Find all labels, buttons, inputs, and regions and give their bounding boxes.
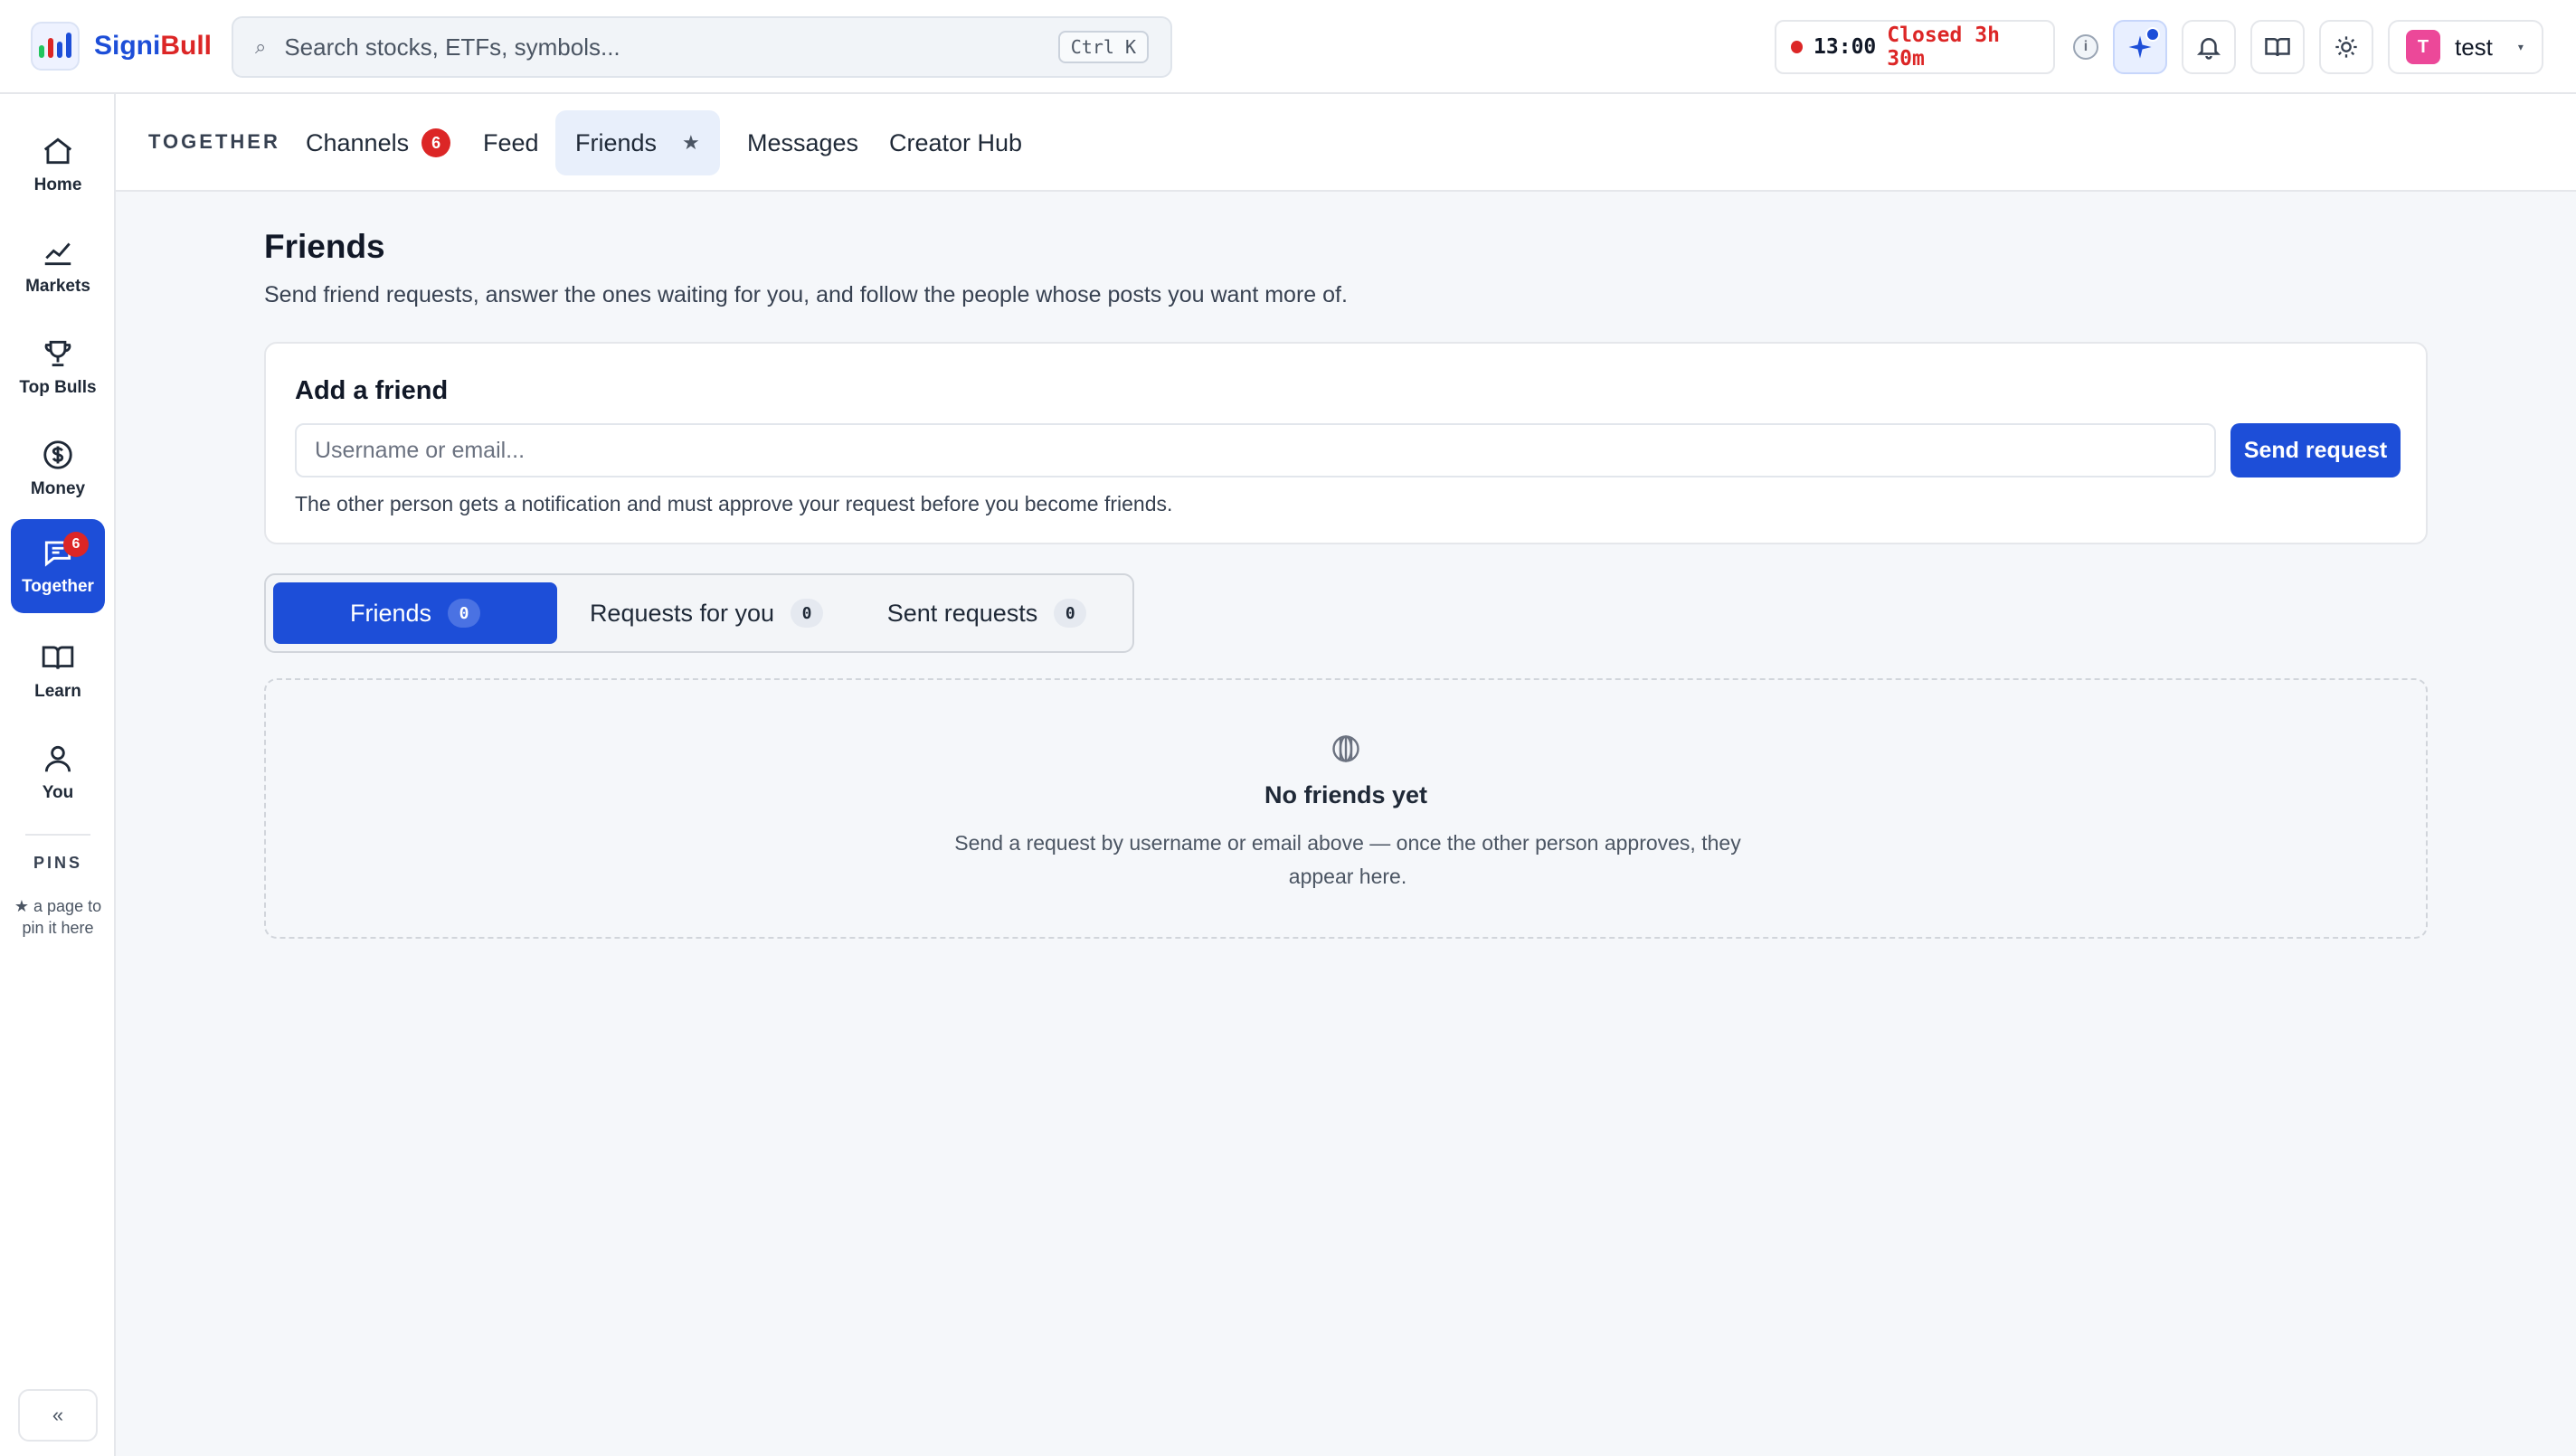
sidebar-item-top-bulls[interactable]: Top Bulls — [11, 320, 105, 414]
sidebar-item-label: Top Bulls — [19, 378, 97, 397]
add-friend-card: Add a friend Send request The other pers… — [264, 342, 2428, 544]
tab-feed[interactable]: Feed — [463, 110, 559, 175]
sidebar-divider — [25, 834, 90, 836]
notification-dot — [2145, 27, 2160, 42]
search-input[interactable] — [284, 33, 1058, 61]
tab-label: Feed — [483, 128, 539, 156]
user-menu-button[interactable]: T test ▾ — [2388, 20, 2543, 74]
tab-label: Channels — [306, 128, 410, 156]
dollar-coin-icon — [43, 440, 72, 469]
book-icon — [2265, 38, 2290, 57]
sidebar-item-label: Learn — [34, 682, 81, 701]
segment-label: Requests for you — [589, 599, 775, 627]
count-badge: 0 — [791, 599, 824, 628]
search-bar[interactable]: ⌕ Ctrl K — [232, 16, 1172, 78]
segment-label: Sent requests — [886, 599, 1038, 627]
segment-label: Friends — [349, 599, 432, 627]
chart-line-icon — [44, 242, 71, 266]
segment-requests-for-you[interactable]: Requests for you 0 — [564, 582, 848, 644]
user-icon — [44, 745, 71, 772]
trophy-icon — [44, 340, 71, 367]
avatar: T — [2406, 30, 2440, 64]
sidebar-item-label: You — [42, 783, 74, 802]
count-badge: 0 — [1054, 599, 1087, 628]
count-badge: 0 — [448, 599, 481, 628]
info-icon[interactable]: i — [2073, 34, 2098, 60]
learn-button[interactable] — [2250, 20, 2305, 74]
book-icon — [42, 646, 74, 669]
sidebar: Home Markets Top Bulls Money 6 Together … — [0, 94, 116, 1456]
sidebar-item-together[interactable]: 6 Together — [11, 519, 105, 613]
pin-star-icon[interactable]: ★ — [682, 131, 700, 155]
market-time: 13:00 — [1814, 35, 1877, 59]
app-logo[interactable]: SigniBull — [31, 22, 212, 71]
sun-icon — [2335, 36, 2357, 58]
search-icon: ⌕ — [255, 35, 267, 58]
collapse-sidebar-button[interactable]: « — [18, 1389, 98, 1442]
sidebar-item-label: Home — [33, 175, 82, 194]
section-nav: TOGETHER Channels 6 Feed Friends ★ Messa… — [116, 94, 2576, 192]
chevron-down-icon: ▾ — [2517, 41, 2524, 53]
tab-creator-hub[interactable]: Creator Hub — [869, 110, 1042, 175]
tab-messages[interactable]: Messages — [727, 110, 878, 175]
notifications-button[interactable] — [2182, 20, 2236, 74]
sidebar-item-money[interactable]: Money — [11, 421, 105, 515]
segment-friends[interactable]: Friends 0 — [273, 582, 557, 644]
globe-icon — [1332, 735, 1359, 762]
add-friend-title: Add a friend — [295, 376, 449, 405]
empty-state-text: Send a request by username or email abov… — [954, 831, 1741, 888]
segment-sent-requests[interactable]: Sent requests 0 — [845, 582, 1129, 644]
username-email-input[interactable] — [295, 423, 2216, 477]
tab-channels[interactable]: Channels 6 — [286, 110, 470, 175]
empty-state: No friends yet Send a request by usernam… — [264, 678, 2428, 939]
market-status-text: Closed 3h 30m — [1887, 24, 2000, 71]
pins-title: PINS — [33, 854, 82, 872]
tab-label: Creator Hub — [889, 128, 1023, 156]
empty-state-title: No friends yet — [1264, 781, 1428, 808]
add-friend-note: The other person gets a notification and… — [295, 492, 1173, 515]
tab-label: Friends — [575, 128, 658, 156]
pins-hint: ★ a page to pin it here — [14, 897, 102, 937]
top-bar: SigniBull ⌕ Ctrl K 13:00 Closed 3h 30m i — [0, 0, 2576, 94]
market-closed-dot — [1791, 41, 1804, 53]
market-status[interactable]: 13:00 Closed 3h 30m — [1775, 20, 2055, 74]
bell-icon — [2196, 38, 2221, 60]
friends-segment-control: Friends 0 Requests for you 0 Sent reques… — [264, 573, 1134, 653]
sidebar-item-label: Markets — [25, 277, 90, 296]
sidebar-item-home[interactable]: Home — [11, 118, 105, 212]
section-title: TOGETHER — [148, 130, 280, 153]
send-request-button[interactable]: Send request — [2230, 423, 2401, 477]
app-name: SigniBull — [94, 31, 213, 61]
sidebar-item-learn[interactable]: Learn — [11, 624, 105, 718]
notification-badge: 6 — [421, 128, 451, 157]
logo-icon — [31, 22, 80, 71]
search-shortcut: Ctrl K — [1057, 31, 1149, 63]
page-title: Friends — [264, 228, 385, 265]
ai-assistant-button[interactable] — [2113, 20, 2167, 74]
tab-friends[interactable]: Friends ★ — [555, 110, 720, 175]
user-name: test — [2455, 33, 2493, 61]
home-icon — [43, 137, 72, 165]
theme-toggle-button[interactable] — [2319, 20, 2373, 74]
sidebar-item-you[interactable]: You — [11, 725, 105, 819]
tab-label: Messages — [747, 128, 859, 156]
sidebar-item-markets[interactable]: Markets — [11, 219, 105, 313]
notification-badge: 6 — [63, 532, 89, 557]
sidebar-item-label: Money — [30, 479, 86, 498]
sidebar-item-label: Together — [22, 577, 94, 596]
page-subtitle: Send friend requests, answer the ones wa… — [264, 282, 1348, 307]
